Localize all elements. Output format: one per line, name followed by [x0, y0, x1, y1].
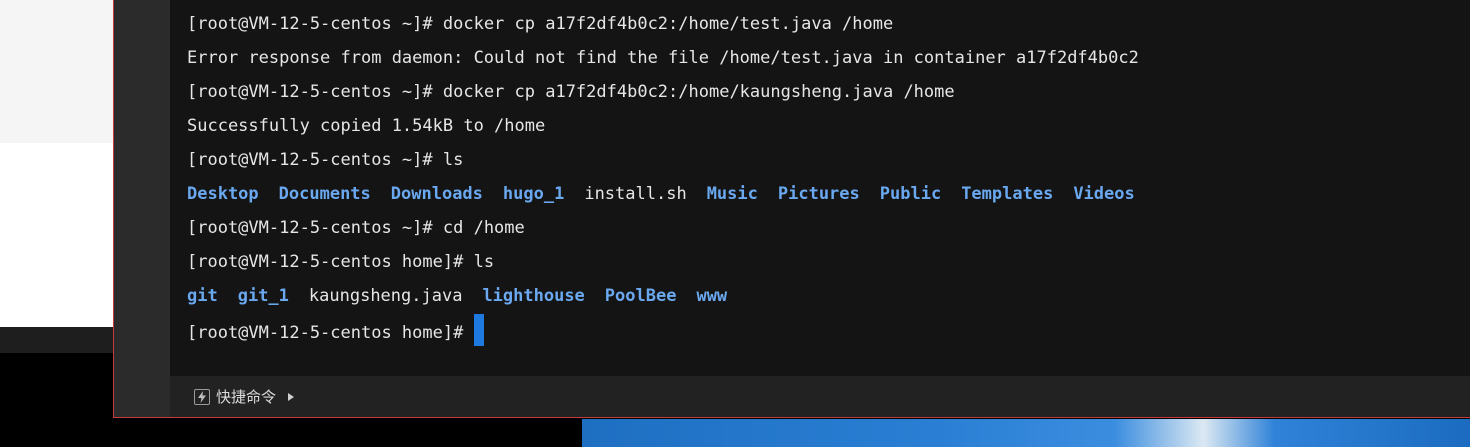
- terminal-output[interactable]: [root@VM-12-5-centos ~]# docker cp a17f2…: [170, 0, 1470, 376]
- directory-entry: Music: [706, 184, 758, 204]
- directory-entry: Documents: [278, 184, 371, 204]
- directory-entry: lighthouse: [482, 286, 585, 306]
- terminal-line: [root@VM-12-5-centos ~]# ls: [187, 150, 463, 170]
- prompt: [root@VM-12-5-centos ~]#: [187, 14, 433, 34]
- directory-entry: git_1: [237, 286, 289, 306]
- directory-entry: Templates: [961, 184, 1054, 204]
- directory-entry: Public: [879, 184, 942, 204]
- left-gutter: [114, 0, 170, 417]
- quick-commands-label[interactable]: 快捷命令: [216, 386, 276, 407]
- ls-output-root: Desktop Documents Downloads hugo_1 install.s…: [187, 184, 1135, 204]
- prompt: [root@VM-12-5-centos home]#: [187, 323, 464, 343]
- directory-entry: Videos: [1073, 184, 1135, 204]
- quick-commands-bar: 快捷命令: [170, 376, 1470, 417]
- command-text: docker cp a17f2df4b0c2:/home/kaungsheng.…: [432, 82, 955, 102]
- prompt: [root@VM-12-5-centos home]#: [187, 252, 464, 272]
- directory-entry: Downloads: [390, 184, 483, 204]
- terminal-line: [root@VM-12-5-centos home]# ls: [187, 252, 494, 272]
- background-panel: [0, 143, 114, 327]
- directory-entry: Desktop: [187, 184, 259, 204]
- ls-output-home: git git_1 kaungsheng.java lighthouse PoolBee…: [187, 286, 727, 306]
- output-text: Error response from daemon: Could not fi…: [187, 48, 1139, 68]
- terminal-line: Error response from daemon: Could not fi…: [187, 48, 1139, 68]
- prompt: [root@VM-12-5-centos ~]#: [187, 150, 433, 170]
- terminal-window: [root@VM-12-5-centos ~]# docker cp a17f2…: [113, 0, 1470, 418]
- prompt: [root@VM-12-5-centos ~]#: [187, 218, 433, 238]
- text-cursor: [473, 314, 484, 346]
- file-entry: install.sh: [584, 184, 687, 204]
- triangle-right-icon[interactable]: [288, 392, 295, 401]
- directory-entry: Pictures: [777, 184, 860, 204]
- terminal-line: [root@VM-12-5-centos ~]# cd /home: [187, 218, 525, 238]
- terminal-line: [root@VM-12-5-centos ~]# docker cp a17f2…: [187, 14, 893, 34]
- terminal-line: Successfully copied 1.54kB to /home: [187, 116, 545, 136]
- terminal-line: [root@VM-12-5-centos home]#: [187, 314, 484, 346]
- command-text: ls: [432, 150, 464, 170]
- prompt: [root@VM-12-5-centos ~]#: [187, 82, 433, 102]
- output-text: Successfully copied 1.54kB to /home: [187, 116, 546, 136]
- directory-entry: www: [696, 286, 728, 306]
- command-text: ls: [463, 252, 495, 272]
- directory-entry: PoolBee: [604, 286, 677, 306]
- directory-entry: hugo_1: [502, 184, 565, 204]
- background-strip: [0, 327, 114, 353]
- file-entry: kaungsheng.java: [308, 286, 463, 306]
- desktop-wallpaper: [582, 419, 1470, 447]
- command-text: cd /home: [432, 218, 525, 238]
- terminal-line: [root@VM-12-5-centos ~]# docker cp a17f2…: [187, 82, 955, 102]
- directory-entry: git: [187, 286, 218, 306]
- bolt-icon[interactable]: [194, 388, 210, 405]
- background-panel-top: [0, 0, 114, 143]
- command-text: docker cp a17f2df4b0c2:/home/test.java /…: [432, 14, 894, 34]
